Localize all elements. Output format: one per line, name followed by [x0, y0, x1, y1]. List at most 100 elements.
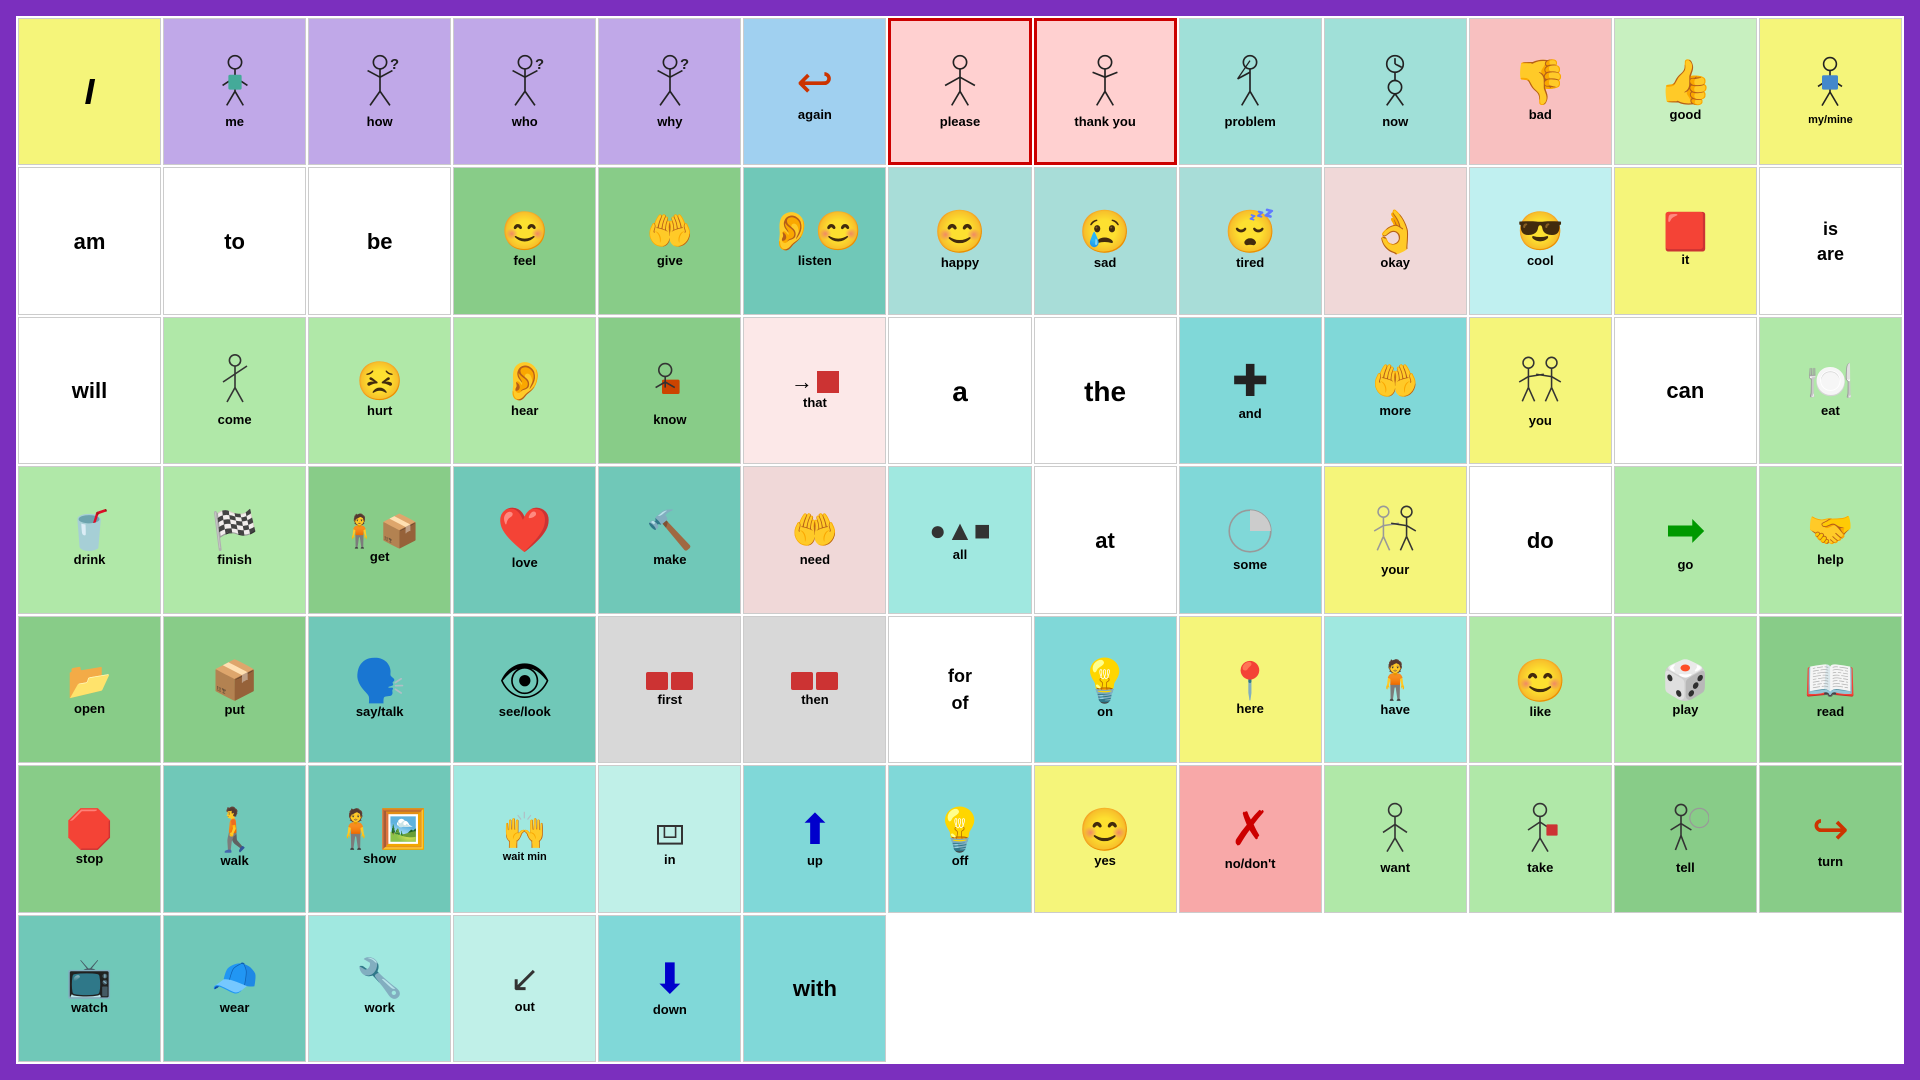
- cell-put[interactable]: 📦 put: [163, 616, 306, 763]
- cell-more[interactable]: 🤲 more: [1324, 317, 1467, 464]
- cell-is-are[interactable]: isare: [1759, 167, 1902, 314]
- cell-come[interactable]: come: [163, 317, 306, 464]
- cell-sad[interactable]: 😢 sad: [1034, 167, 1177, 314]
- cell-open[interactable]: 📂 open: [18, 616, 161, 763]
- cell-see-look[interactable]: 👁 see/look: [453, 616, 596, 763]
- cell-happy[interactable]: 😊 happy: [888, 167, 1031, 314]
- cell-up[interactable]: ⬆ up: [743, 765, 886, 912]
- cell-will[interactable]: will: [18, 317, 161, 464]
- cell-then[interactable]: then: [743, 616, 886, 763]
- problem-icon: [1225, 54, 1275, 112]
- cell-here[interactable]: 📍 here: [1179, 616, 1322, 763]
- cell-play[interactable]: 🎲 play: [1614, 616, 1757, 763]
- some-icon: [1226, 507, 1274, 555]
- cell-some[interactable]: some: [1179, 466, 1322, 613]
- cell-work[interactable]: 🔧 work: [308, 915, 451, 1062]
- cell-that[interactable]: → that: [743, 317, 886, 464]
- cell-take[interactable]: take: [1469, 765, 1612, 912]
- cell-thank-you[interactable]: thank you: [1034, 18, 1177, 165]
- cell-at[interactable]: at: [1034, 466, 1177, 613]
- cell-eat[interactable]: 🍽️ eat: [1759, 317, 1902, 464]
- cell-problem[interactable]: problem: [1179, 18, 1322, 165]
- cell-get[interactable]: 🧍📦 get: [308, 466, 451, 613]
- cell-do[interactable]: do: [1469, 466, 1612, 613]
- cell-give[interactable]: 🤲 give: [598, 167, 741, 314]
- cell-on[interactable]: 💡 on: [1034, 616, 1177, 763]
- cell-with[interactable]: with: [743, 915, 886, 1062]
- know-icon: [646, 354, 694, 410]
- cell-love[interactable]: ❤️ love: [453, 466, 596, 613]
- cell-bad[interactable]: 👎 bad: [1469, 18, 1612, 165]
- cell-me[interactable]: me: [163, 18, 306, 165]
- cell-it[interactable]: 🟥 it: [1614, 167, 1757, 314]
- cell-down[interactable]: ⬇ down: [598, 915, 741, 1062]
- cell-turn[interactable]: ↪ turn: [1759, 765, 1902, 912]
- cell-am[interactable]: am: [18, 167, 161, 314]
- cell-the[interactable]: the: [1034, 317, 1177, 464]
- cell-who[interactable]: ? who: [453, 18, 596, 165]
- how-icon: ?: [355, 54, 405, 112]
- want-icon: [1371, 802, 1419, 858]
- cell-make[interactable]: 🔨 make: [598, 466, 741, 613]
- cell-go[interactable]: ➡ go: [1614, 466, 1757, 613]
- cell-no-dont[interactable]: ✗ no/don't: [1179, 765, 1322, 912]
- cell-cool[interactable]: 😎 cool: [1469, 167, 1612, 314]
- cell-all[interactable]: ●▲■ all: [888, 466, 1031, 613]
- cell-listen[interactable]: 👂😊 listen: [743, 167, 886, 314]
- cell-wait-min[interactable]: 🙌 wait min: [453, 765, 596, 912]
- cell-I[interactable]: I: [18, 18, 161, 165]
- cell-again[interactable]: ↩ again: [743, 18, 886, 165]
- me-icon: [210, 54, 260, 112]
- cell-tired[interactable]: 😴 tired: [1179, 167, 1322, 314]
- cell-be[interactable]: be: [308, 167, 451, 314]
- cell-have[interactable]: 🧍 have: [1324, 616, 1467, 763]
- cell-walk[interactable]: 🚶 walk: [163, 765, 306, 912]
- tell-icon: [1661, 802, 1709, 858]
- cell-to[interactable]: to: [163, 167, 306, 314]
- cell-a[interactable]: a: [888, 317, 1031, 464]
- why-icon: ?: [645, 54, 695, 112]
- cell-please[interactable]: please: [888, 18, 1031, 165]
- thank-you-icon: [1080, 54, 1130, 112]
- cell-need[interactable]: 🤲 need: [743, 466, 886, 613]
- cell-out[interactable]: ↙ out: [453, 915, 596, 1062]
- cell-hurt[interactable]: 😣 hurt: [308, 317, 451, 464]
- cell-finish[interactable]: 🏁 finish: [163, 466, 306, 613]
- cell-good[interactable]: 👍 good: [1614, 18, 1757, 165]
- cell-watch[interactable]: 📺 watch: [18, 915, 161, 1062]
- come-icon: [211, 354, 259, 410]
- cell-your[interactable]: your: [1324, 466, 1467, 613]
- cell-okay[interactable]: 👌 okay: [1324, 167, 1467, 314]
- cell-read[interactable]: 📖 read: [1759, 616, 1902, 763]
- cell-my-mine[interactable]: my/mine: [1759, 18, 1902, 165]
- cell-for-of[interactable]: forof: [888, 616, 1031, 763]
- cell-how[interactable]: ? how: [308, 18, 451, 165]
- cell-in[interactable]: in: [598, 765, 741, 912]
- cell-help[interactable]: 🤝 help: [1759, 466, 1902, 613]
- cell-say-talk[interactable]: 🗣️ say/talk: [308, 616, 451, 763]
- cell-show[interactable]: 🧍🖼️ show: [308, 765, 451, 912]
- please-icon: [935, 54, 985, 112]
- you-icon: [1513, 353, 1567, 411]
- cell-hear[interactable]: 👂 hear: [453, 317, 596, 464]
- cell-can[interactable]: can: [1614, 317, 1757, 464]
- cell-now[interactable]: now: [1324, 18, 1467, 165]
- cell-you[interactable]: you: [1469, 317, 1612, 464]
- cell-tell[interactable]: tell: [1614, 765, 1757, 912]
- cell-why[interactable]: ? why: [598, 18, 741, 165]
- cell-want[interactable]: want: [1324, 765, 1467, 912]
- your-icon: [1368, 502, 1422, 560]
- cell-yes[interactable]: 😊 yes: [1034, 765, 1177, 912]
- cell-and[interactable]: ✚ and: [1179, 317, 1322, 464]
- cell-drink[interactable]: 🥤 drink: [18, 466, 161, 613]
- cell-stop[interactable]: 🛑 stop: [18, 765, 161, 912]
- cell-wear[interactable]: 🧢 wear: [163, 915, 306, 1062]
- who-icon: ?: [500, 54, 550, 112]
- cell-feel[interactable]: 😊 feel: [453, 167, 596, 314]
- take-icon: [1516, 802, 1564, 858]
- cell-like[interactable]: 😊 like: [1469, 616, 1612, 763]
- cell-know[interactable]: know: [598, 317, 741, 464]
- cell-off[interactable]: 💡 off: [888, 765, 1031, 912]
- cell-first[interactable]: first: [598, 616, 741, 763]
- aac-board: I me ? how: [10, 10, 1910, 1070]
